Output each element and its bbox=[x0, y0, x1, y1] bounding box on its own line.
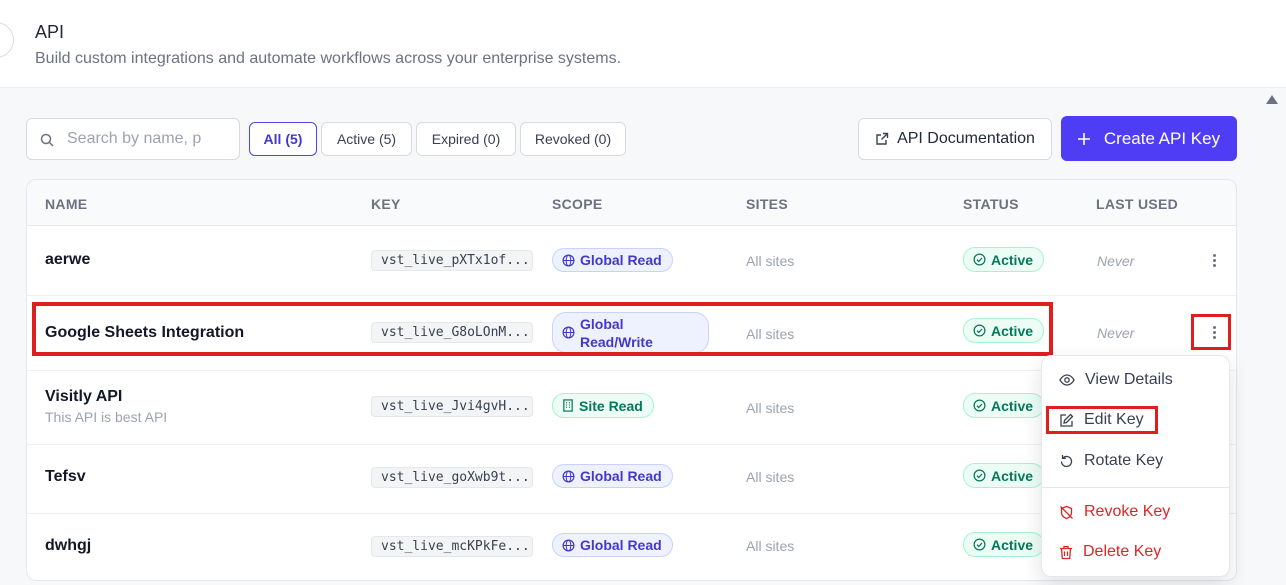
status-badge: Active bbox=[963, 247, 1045, 272]
rotate-icon bbox=[1060, 454, 1073, 467]
column-name: NAME bbox=[45, 196, 88, 212]
menu-item-label: Rotate Key bbox=[1084, 452, 1164, 469]
menu-item-label: Revoke Key bbox=[1084, 503, 1171, 520]
search-icon bbox=[40, 133, 54, 147]
column-scope: SCOPE bbox=[552, 196, 603, 212]
check-circle-icon bbox=[973, 538, 986, 551]
create-api-key-label: Create API Key bbox=[1103, 128, 1221, 148]
status-badge: Active bbox=[963, 463, 1045, 488]
page-subtitle: Build custom integrations and automate w… bbox=[35, 50, 622, 67]
scope-badge: Global Read bbox=[552, 464, 673, 488]
check-circle-icon bbox=[973, 253, 986, 266]
highlight-menu-button-box bbox=[1191, 314, 1231, 350]
column-status: STATUS bbox=[963, 196, 1019, 212]
api-documentation-label: API Documentation bbox=[897, 130, 1035, 147]
more-options-icon[interactable] bbox=[1207, 250, 1221, 270]
check-circle-icon bbox=[973, 399, 986, 412]
filter-active[interactable]: Active (5) bbox=[321, 122, 412, 156]
scope-badge: Global Read bbox=[552, 248, 673, 272]
key-description: This API is best API bbox=[45, 409, 168, 425]
plus-icon bbox=[1077, 132, 1090, 145]
key-value: vst_live_pXTx1of... bbox=[371, 250, 533, 271]
revoke-icon bbox=[1060, 505, 1073, 519]
search-box[interactable] bbox=[26, 118, 240, 160]
column-last-used: LAST USED bbox=[1096, 196, 1179, 212]
row-actions-menu: View Details Edit Key Rotate Key Revoke … bbox=[1041, 355, 1230, 577]
status-label: Active bbox=[991, 536, 1034, 553]
key-value: vst_live_Jvi4gvH... bbox=[371, 396, 533, 417]
page-title: API bbox=[35, 22, 65, 42]
check-circle-icon bbox=[973, 469, 986, 482]
status-badge: Active bbox=[963, 393, 1045, 418]
last-used-value: Never bbox=[1097, 325, 1135, 341]
table-row[interactable]: aerwe vst_live_pXTx1of... Global Read Al… bbox=[27, 227, 1236, 296]
key-name: Visitly API bbox=[45, 388, 123, 405]
scope-label: Global Read bbox=[580, 537, 662, 553]
key-name: Tefsv bbox=[45, 468, 86, 485]
globe-icon bbox=[562, 470, 575, 482]
status-label: Active bbox=[991, 397, 1034, 414]
scroll-up-arrow[interactable] bbox=[1266, 95, 1278, 104]
building-icon bbox=[563, 399, 573, 412]
api-documentation-button[interactable]: API Documentation bbox=[858, 118, 1052, 160]
eye-icon bbox=[1059, 374, 1075, 386]
back-button[interactable] bbox=[0, 22, 14, 58]
status-label: Active bbox=[991, 251, 1034, 268]
column-key: KEY bbox=[371, 196, 401, 212]
status-badge: Active bbox=[963, 532, 1045, 557]
scope-badge: Site Read bbox=[552, 393, 654, 418]
key-value: vst_live_goXwb9t... bbox=[371, 467, 533, 488]
menu-item-label: Delete Key bbox=[1083, 543, 1162, 560]
trash-icon bbox=[1060, 545, 1072, 559]
sites-value: All sites bbox=[746, 400, 795, 416]
menu-item-rotate-key[interactable]: Rotate Key bbox=[1059, 452, 1163, 470]
globe-icon bbox=[562, 254, 575, 266]
scope-label: Global Read bbox=[580, 252, 662, 268]
menu-item-delete-key[interactable]: Delete Key bbox=[1059, 543, 1161, 561]
filter-revoked[interactable]: Revoked (0) bbox=[520, 122, 626, 156]
last-used-value: Never bbox=[1097, 253, 1135, 269]
menu-item-label: View Details bbox=[1085, 371, 1173, 388]
key-value: vst_live_mcKPkFe... bbox=[371, 536, 533, 557]
scope-badge: Global Read bbox=[552, 533, 673, 557]
globe-icon bbox=[562, 539, 575, 551]
menu-item-view-details[interactable]: View Details bbox=[1059, 371, 1173, 389]
key-name: dwhgj bbox=[45, 537, 92, 554]
filter-expired[interactable]: Expired (0) bbox=[416, 122, 516, 156]
column-sites: SITES bbox=[746, 196, 788, 212]
menu-divider bbox=[1042, 487, 1229, 488]
search-input[interactable] bbox=[67, 127, 233, 151]
page-header: API Build custom integrations and automa… bbox=[0, 0, 1286, 88]
table-header: NAME KEY SCOPE SITES STATUS LAST USED bbox=[27, 180, 1236, 226]
sites-value: All sites bbox=[746, 538, 795, 554]
menu-item-revoke-key[interactable]: Revoke Key bbox=[1059, 503, 1170, 521]
status-label: Active bbox=[991, 467, 1034, 484]
key-name: aerwe bbox=[45, 251, 91, 268]
highlight-row-box bbox=[32, 302, 1053, 356]
sites-value: All sites bbox=[746, 469, 795, 485]
filter-all[interactable]: All (5) bbox=[249, 122, 317, 156]
external-link-icon bbox=[876, 132, 889, 145]
scope-label: Global Read bbox=[580, 468, 662, 484]
create-api-key-button[interactable]: Create API Key bbox=[1061, 116, 1237, 161]
sites-value: All sites bbox=[746, 253, 795, 269]
highlight-edit-key-box bbox=[1046, 406, 1158, 434]
scope-label: Site Read bbox=[579, 397, 643, 414]
